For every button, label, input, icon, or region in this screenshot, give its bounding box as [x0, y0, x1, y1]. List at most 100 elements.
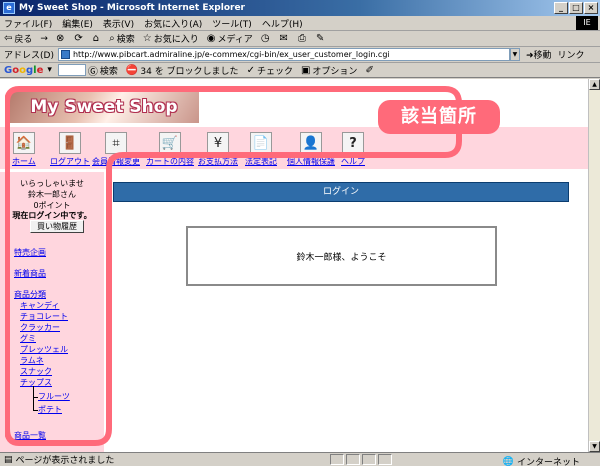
status-page-icon: ▤: [4, 454, 13, 465]
mail-icon: ✉: [279, 33, 288, 44]
sidebar-link-product-list[interactable]: 商品一覧: [14, 430, 46, 441]
sidebar-link-new[interactable]: 新着商品: [14, 268, 46, 279]
spellcheck-button[interactable]: ✓ チェック: [247, 64, 293, 77]
edit-icon: ✎: [315, 33, 325, 44]
category-chocolate[interactable]: チョコレート: [20, 311, 68, 322]
address-dropdown-button[interactable]: ▼: [509, 48, 520, 61]
menu-file[interactable]: ファイル(F): [4, 17, 52, 30]
subcategory-fruits[interactable]: フルーツ: [38, 391, 70, 402]
options-button[interactable]: ▣ オプション: [301, 64, 357, 77]
category-pretzel[interactable]: プレッツェル: [20, 344, 68, 355]
welcome-message: 鈴木一郎様、ようこそ: [296, 252, 387, 263]
menu-help[interactable]: ヘルプ(H): [262, 17, 303, 30]
stop-button[interactable]: ⊗: [56, 33, 66, 44]
home-button[interactable]: ⌂: [93, 33, 101, 44]
subcategory-potato[interactable]: ポテト: [38, 404, 62, 415]
greeting-text: いらっしゃいませ: [20, 179, 84, 188]
popup-blocked-icon: ⛔: [125, 64, 139, 76]
login-heading: ログイン: [113, 182, 569, 202]
check-icon: ✓: [246, 64, 255, 76]
yen-icon: ¥: [207, 132, 229, 154]
history-button[interactable]: ◷: [261, 33, 272, 44]
nav-help[interactable]: ? ヘルプ: [341, 132, 365, 167]
toolbar: ⇦ 戻る → ⊗ ⟳ ⌂ ⌕ 検索 ☆ お気に入り ◉ メディア ◷ ✉ ⎙ ✎: [0, 31, 600, 47]
favorites-button[interactable]: ☆ お気に入り: [143, 32, 199, 45]
popup-blocker[interactable]: ⛔ 34 を ブロックしました: [126, 64, 239, 77]
vertical-scrollbar[interactable]: ▲ ▼: [588, 79, 600, 452]
google-search-button[interactable]: Ⓖ 検索: [88, 63, 118, 78]
nav-home[interactable]: 🏠 ホーム: [12, 132, 36, 167]
minimize-button[interactable]: _: [554, 2, 568, 14]
go-arrow-icon: ➜: [525, 51, 534, 61]
scroll-up-icon[interactable]: ▲: [589, 79, 600, 90]
status-segment: [362, 454, 376, 465]
pencil-button[interactable]: ✐: [365, 65, 375, 76]
cart-icon: 🛒: [159, 132, 181, 154]
menu-favorites[interactable]: お気に入り(A): [144, 17, 202, 30]
page-icon: [60, 50, 70, 59]
menu-bar: ファイル(F) 編集(E) 表示(V) お気に入り(A) ツール(T) ヘルプ(…: [0, 16, 600, 31]
status-segment: [346, 454, 360, 465]
status-segment: [378, 454, 392, 465]
address-label: アドレス(D): [4, 51, 54, 61]
sidebar-link-special[interactable]: 特売企画: [14, 247, 46, 258]
menu-view[interactable]: 表示(V): [103, 17, 134, 30]
search-icon: ⌕: [109, 33, 115, 44]
category-gummy[interactable]: グミ: [20, 333, 36, 344]
ie-throbber-icon: IE: [576, 16, 598, 30]
category-ramune[interactable]: ラムネ: [20, 355, 44, 366]
person-lock-icon: 👤: [300, 132, 322, 154]
menu-edit[interactable]: 編集(E): [62, 17, 93, 30]
address-input[interactable]: http://www.pibcart.admiraline.jp/e-comme…: [57, 48, 510, 61]
pencil-icon: ✐: [365, 64, 374, 76]
nav-payment[interactable]: ¥ お支払方法: [198, 132, 238, 167]
print-button[interactable]: ⎙: [298, 33, 308, 44]
options-icon: ▣: [300, 64, 311, 76]
tree-branch: [33, 397, 38, 398]
stop-icon: ⊗: [55, 33, 65, 44]
category-chips[interactable]: チップス: [20, 377, 52, 388]
nav-cart[interactable]: 🛒 カートの内容: [146, 132, 194, 167]
print-icon: ⎙: [297, 33, 306, 44]
star-icon: ☆: [142, 33, 152, 44]
shop-logo[interactable]: My Sweet Shop: [9, 91, 199, 123]
edit-button[interactable]: ✎: [316, 33, 326, 44]
back-button[interactable]: ⇦ 戻る: [4, 32, 32, 45]
arrow-left-icon: ⇦: [4, 33, 13, 44]
menu-tools[interactable]: ツール(T): [212, 17, 252, 30]
user-name: 鈴木一郎さん: [28, 190, 76, 199]
maximize-button[interactable]: □: [569, 2, 583, 14]
status-segment: [330, 454, 344, 465]
links-button[interactable]: リンク: [558, 48, 585, 61]
annotation-label: 該当箇所: [378, 100, 500, 134]
category-snack[interactable]: スナック: [20, 366, 52, 377]
category-cracker[interactable]: クラッカー: [20, 322, 60, 333]
google-dropdown-icon[interactable]: ▾: [47, 65, 52, 75]
category-candy[interactable]: キャンディ: [20, 300, 59, 311]
nav-legal[interactable]: 📄 法定表記: [245, 132, 277, 167]
media-button[interactable]: ◉ メディア: [207, 32, 253, 45]
google-logo: Google: [4, 64, 44, 76]
tree-branch: [33, 410, 38, 411]
close-button[interactable]: ×: [584, 2, 598, 14]
browser-window: e My Sweet Shop - Microsoft Internet Exp…: [0, 0, 600, 466]
address-bar: アドレス(D) http://www.pibcart.admiraline.jp…: [0, 47, 600, 63]
nav-bar: 🏠 ホーム 🚪 ログアウト ⌗ 会員情報変更 🛒 カートの内容 ¥ お支払方法 …: [0, 127, 588, 169]
purchase-history-button[interactable]: 買い物履歴: [30, 220, 84, 233]
mail-button[interactable]: ✉: [280, 33, 290, 44]
home-icon: 🏠: [12, 132, 35, 154]
welcome-box: 鈴木一郎様、ようこそ: [186, 226, 497, 286]
search-button[interactable]: ⌕ 検索: [109, 32, 135, 45]
tree-connector: [33, 386, 34, 410]
google-search-input[interactable]: [57, 64, 86, 76]
sidebar-category-title[interactable]: 商品分類: [14, 289, 46, 300]
nav-privacy[interactable]: 👤 個人情報保護: [287, 132, 335, 167]
nav-logout[interactable]: 🚪 ログアウト: [50, 132, 90, 167]
forward-button[interactable]: →: [40, 34, 48, 44]
refresh-button[interactable]: ⟳: [74, 33, 84, 44]
security-zone: 🌐 インターネット: [502, 456, 580, 466]
scroll-down-icon[interactable]: ▼: [589, 441, 600, 452]
barcode-icon: ⌗: [105, 132, 127, 154]
go-button[interactable]: ➜移動: [526, 48, 552, 61]
nav-member-info[interactable]: ⌗ 会員情報変更: [92, 132, 140, 167]
